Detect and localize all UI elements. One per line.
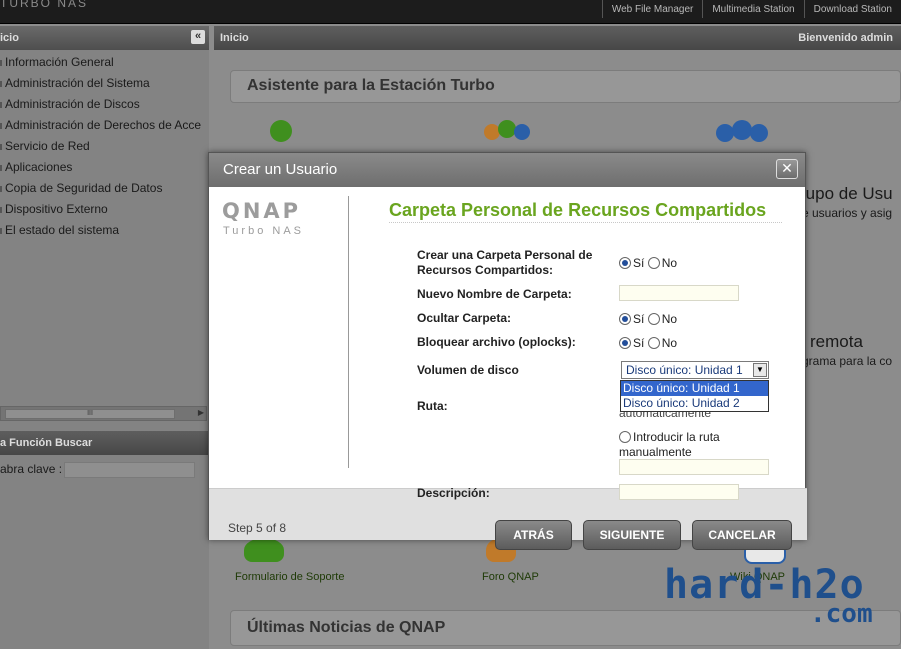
sidebar-item-estado-sistema[interactable]: El estado del sistema (0, 223, 209, 244)
chevron-down-icon[interactable]: ▼ (753, 363, 767, 377)
download-station-link[interactable]: Download Station (803, 0, 901, 18)
scroll-right-icon[interactable]: ▶ (198, 408, 204, 417)
top-bar: TURBO NAS Web File Manager Multimedia St… (0, 0, 901, 24)
top-links: Web File Manager Multimedia Station Down… (601, 0, 901, 20)
hide-no-label: No (661, 312, 678, 326)
sidebar-header: icio « (0, 26, 209, 50)
hide-yes-label: Sí (633, 312, 645, 326)
main-header: Inicio Bienvenido admin (214, 26, 901, 50)
create-no-radio[interactable] (647, 257, 660, 269)
volume-dropdown-list: Disco único: Unidad 1 Disco único: Unida… (620, 380, 769, 412)
create-user-dialog: Crear un Usuario ✕ QNAP Turbo NAS Carpet… (208, 152, 807, 550)
cancel-button[interactable]: CANCELAR (692, 520, 792, 550)
dialog-title: Crear un Usuario (209, 153, 805, 187)
remote-title: remota (810, 332, 863, 351)
sidebar-scrollbar[interactable]: III ▶ (0, 406, 207, 421)
path-manual-input[interactable] (619, 459, 769, 475)
web-file-manager-link[interactable]: Web File Manager (601, 0, 703, 18)
description-label: Descripción: (417, 486, 490, 500)
volume-selected-value: Disco único: Unidad 1 (626, 363, 743, 377)
welcome-text: Bienvenido admin (798, 32, 893, 44)
brand-logo: TURBO NAS (0, 0, 89, 10)
remote-desc: grama para la co (802, 354, 893, 368)
divider (348, 196, 349, 468)
sidebar-item-dispositivo-externo[interactable]: Dispositivo Externo (0, 202, 209, 223)
close-icon[interactable]: ✕ (776, 159, 798, 179)
hide-yes-radio[interactable] (619, 313, 631, 325)
support-icon[interactable] (244, 538, 284, 568)
folder-name-label: Nuevo Nombre de Carpeta: (417, 287, 572, 301)
search-header: a Función Buscar (0, 431, 209, 455)
step-indicator: Step 5 of 8 (228, 521, 287, 535)
sidebar-title: icio (0, 32, 19, 44)
user-group-desc: e usuarios y asig (802, 206, 893, 220)
next-button[interactable]: SIGUIENTE (583, 520, 681, 550)
user-icon[interactable] (258, 120, 302, 150)
sidebar-item-administracion-discos[interactable]: Administración de Discos (0, 97, 209, 118)
oplocks-yes-label: Sí (633, 336, 645, 350)
qnap-forum-link[interactable]: Foro QNAP (482, 571, 539, 583)
folder-name-input[interactable] (619, 285, 739, 301)
users-icon[interactable] (482, 120, 532, 150)
sidebar-item-administracion-sistema[interactable]: Administración del Sistema (0, 76, 209, 97)
hide-no-radio[interactable] (647, 313, 660, 325)
sidebar-menu: Información General Administración del S… (0, 50, 209, 244)
keyword-input[interactable] (64, 462, 195, 478)
news-title: Últimas Noticias de QNAP (247, 619, 446, 636)
create-yes-radio[interactable] (619, 257, 631, 269)
wizard-panel: Asistente para la Estación Turbo (230, 70, 901, 103)
volume-option-1[interactable]: Disco único: Unidad 1 (621, 381, 768, 396)
path-manual-label: Introducir la ruta manualmente (619, 430, 720, 459)
volume-option-2[interactable]: Disco único: Unidad 2 (621, 396, 768, 411)
create-yes-label: Sí (633, 256, 645, 270)
oplocks-yes-radio[interactable] (619, 337, 631, 349)
sidebar-item-aplicaciones[interactable]: Aplicaciones (0, 160, 209, 181)
qnap-logo: QNAP (222, 199, 302, 223)
support-form-link[interactable]: Formulario de Soporte (235, 571, 344, 583)
sidebar-item-servicio-red[interactable]: Servicio de Red (0, 139, 209, 160)
oplocks-label: Bloquear archivo (oplocks): (417, 335, 576, 349)
oplocks-no-radio[interactable] (647, 337, 660, 349)
breadcrumb: Inicio (220, 32, 249, 44)
oplocks-radios: Sí No (619, 336, 677, 350)
sidebar-item-copia-seguridad[interactable]: Copia de Seguridad de Datos (0, 181, 209, 202)
volume-select[interactable]: Disco único: Unidad 1 ▼ (621, 361, 769, 379)
qnap-logo-sub: Turbo NAS (223, 225, 305, 237)
collapse-icon[interactable]: « (191, 30, 205, 44)
create-no-label: No (661, 256, 678, 270)
search-row: abra clave : (0, 461, 209, 481)
hide-folder-radios: Sí No (619, 312, 677, 326)
watermark-domain: .com (810, 599, 873, 629)
volume-label: Volumen de disco (417, 363, 519, 377)
path-manual-radio[interactable] (619, 431, 631, 443)
oplocks-no-label: No (661, 336, 678, 350)
news-panel: Últimas Noticias de QNAP (230, 610, 901, 646)
sidebar-item-administracion-derechos[interactable]: Administración de Derechos de Acce (0, 118, 209, 139)
back-button[interactable]: ATRÁS (495, 520, 572, 550)
multimedia-station-link[interactable]: Multimedia Station (702, 0, 803, 18)
scroll-thumb[interactable]: III (5, 409, 175, 419)
user-group-title: rupo de Usu (800, 184, 893, 203)
keyword-label: abra clave : (0, 462, 63, 476)
section-heading: Carpeta Personal de Recursos Compartidos (389, 199, 782, 223)
create-folder-radios: Sí No (619, 256, 677, 270)
sidebar: icio « Información General Administració… (0, 26, 209, 649)
path-manual-radio-row: Introducir la ruta manualmente (619, 430, 749, 460)
hide-folder-label: Ocultar Carpeta: (417, 311, 512, 325)
wizard-title: Asistente para la Estación Turbo (247, 77, 495, 94)
path-label: Ruta: (417, 399, 448, 413)
user-group-icon[interactable] (712, 120, 772, 150)
create-folder-label: Crear una Carpeta Personal de Recursos C… (417, 248, 593, 277)
description-input[interactable] (619, 484, 739, 500)
sidebar-item-informacion-general[interactable]: Información General (0, 55, 209, 76)
